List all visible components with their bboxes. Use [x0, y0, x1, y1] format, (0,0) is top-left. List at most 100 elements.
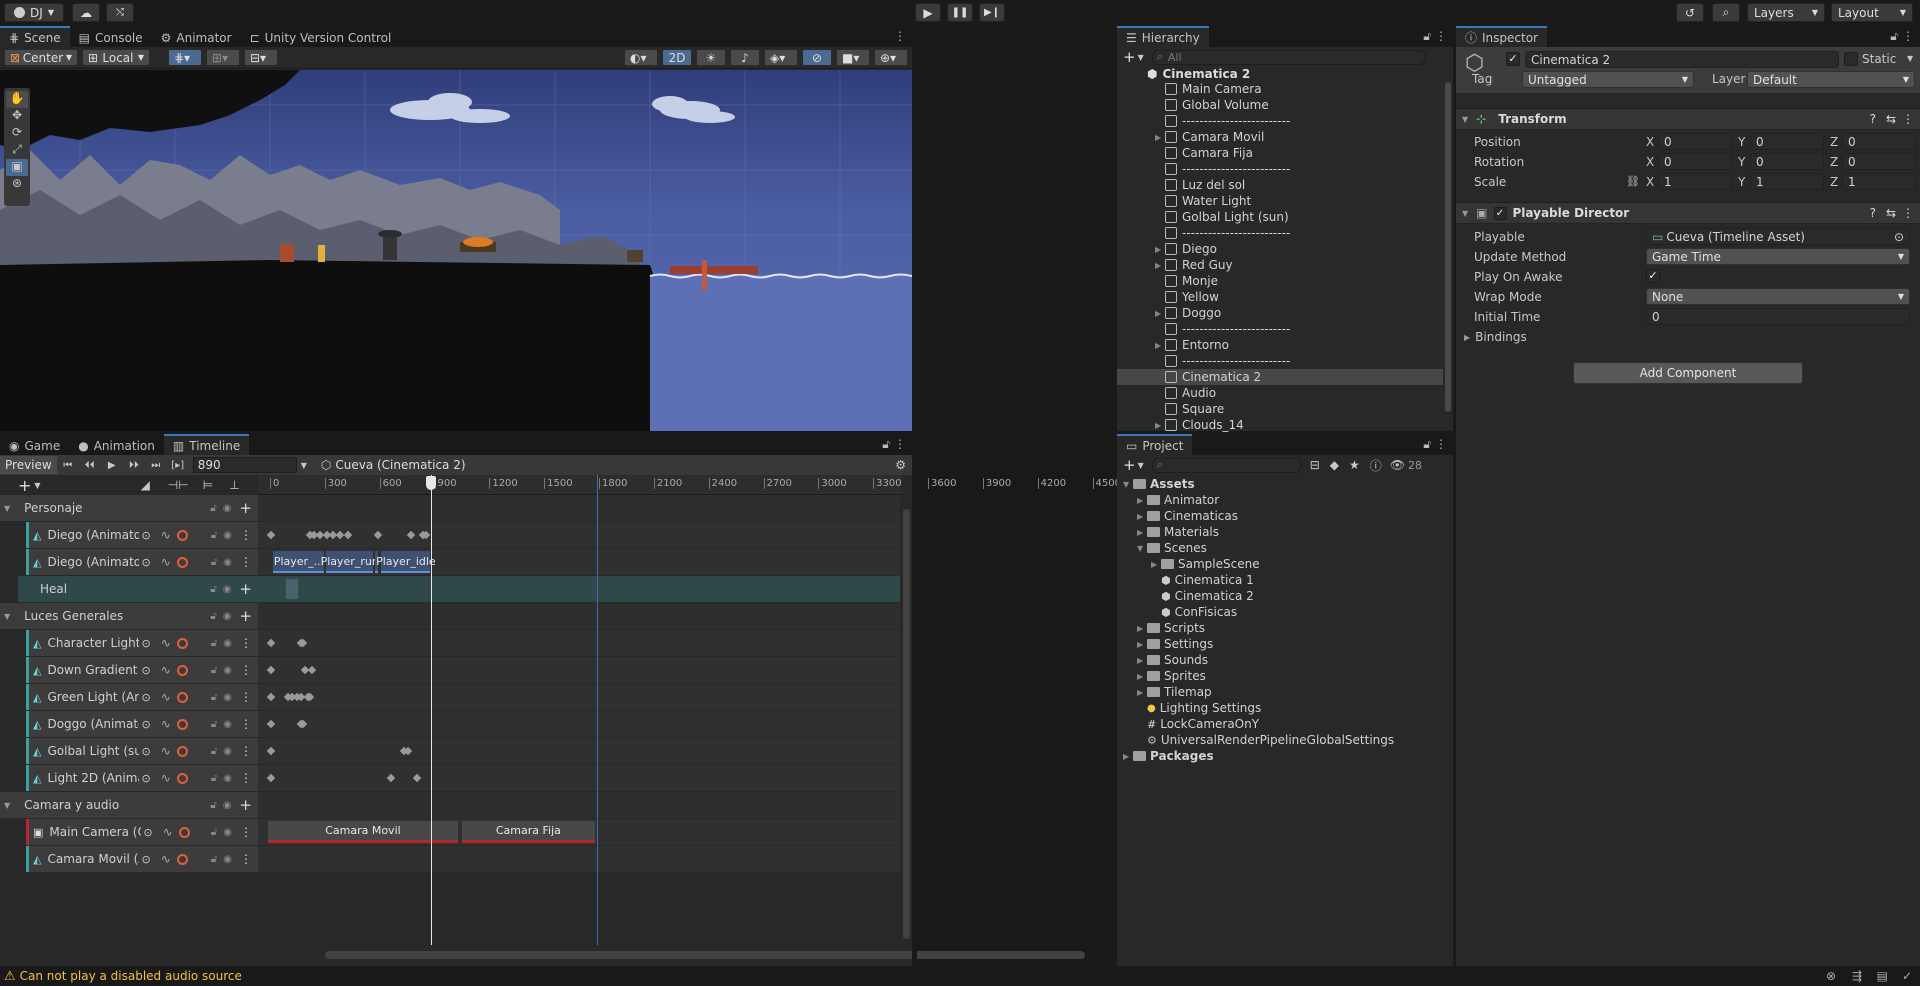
- lock-icon[interactable]: 🔓︎: [211, 719, 217, 730]
- 2d-toggle[interactable]: 2D: [662, 49, 692, 66]
- help-icon[interactable]: ?: [1870, 112, 1876, 126]
- chevron-right-icon[interactable]: ▶: [1123, 752, 1133, 761]
- transform-tool-icon[interactable]: ⊛: [12, 176, 22, 193]
- timeline-track[interactable]: Heal 🔓︎ ◉ +: [0, 576, 902, 602]
- keyframe[interactable]: [387, 773, 396, 783]
- wrap-mode-dropdown[interactable]: None ▼: [1646, 288, 1910, 305]
- record-icon[interactable]: [176, 691, 188, 703]
- active-checkbox[interactable]: ✓: [1506, 52, 1520, 66]
- hierarchy-item[interactable]: Camara Fija: [1117, 145, 1443, 161]
- more-options-icon[interactable]: ⋮: [240, 663, 252, 677]
- history-button[interactable]: ↺: [1676, 3, 1704, 22]
- go-to-start-icon[interactable]: ⏮: [57, 460, 79, 471]
- track-header[interactable]: ◭ Diego (Animator)⊙ ∿ 🔓︎ ◉ ⋮: [26, 522, 258, 548]
- tab-timeline[interactable]: ▥ Timeline: [163, 434, 250, 455]
- tab-hierarchy[interactable]: ☰ Hierarchy: [1117, 26, 1209, 47]
- track-content[interactable]: [258, 765, 900, 791]
- track-content[interactable]: Player_... Player_run Player_idle: [258, 549, 900, 575]
- track-header[interactable]: ◭ Down Gradient Li⊙ ∿ 🔓︎ ◉ ⋮: [26, 657, 258, 683]
- tab-scene[interactable]: ⋕ Scene: [0, 26, 70, 47]
- curves-icon[interactable]: ∿: [161, 771, 171, 785]
- keyframe[interactable]: [412, 773, 422, 783]
- transform-header[interactable]: ▼ ⊹ Transform ? ⇆ ⋮: [1456, 108, 1920, 130]
- record-icon[interactable]: [176, 772, 188, 784]
- record-icon[interactable]: [176, 718, 188, 730]
- track-header[interactable]: ▣ Main Camera (Cinemachi⊙ ∿ 🔓︎ ◉ ⋮: [26, 819, 258, 845]
- more-options-icon[interactable]: ⋮: [240, 528, 252, 542]
- play-on-awake-checkbox[interactable]: ✓: [1646, 269, 1660, 283]
- rotation-z-input[interactable]: 0: [1842, 153, 1916, 170]
- lock-icon[interactable]: 🔓︎: [210, 611, 216, 622]
- playable-director-header[interactable]: ▼ ▣ ✓ Playable Director ? ⇆ ⋮: [1456, 202, 1920, 224]
- track-header[interactable]: ◭ Character Light (A⊙ ∿ 🔓︎ ◉ ⋮: [26, 630, 258, 656]
- axis-z-label[interactable]: Z: [1830, 155, 1838, 169]
- record-icon[interactable]: [176, 529, 188, 541]
- target-icon[interactable]: ⊙: [141, 745, 150, 758]
- project-item[interactable]: ▶ Tilemap: [1117, 684, 1212, 700]
- project-item[interactable]: ▶ Scripts: [1117, 620, 1205, 636]
- curves-icon[interactable]: ∿: [163, 825, 173, 839]
- track-content[interactable]: [258, 630, 900, 656]
- chevron-down-icon[interactable]: ▼: [34, 481, 40, 490]
- chevron-right-icon[interactable]: ▶: [1137, 656, 1147, 665]
- chevron-down-icon[interactable]: ▼: [301, 461, 307, 470]
- blend-icon[interactable]: ◢: [141, 478, 150, 492]
- keyframe[interactable]: [335, 530, 344, 540]
- track-content[interactable]: [258, 495, 900, 521]
- progress-icon[interactable]: ⇶: [1852, 969, 1862, 983]
- lock-icon[interactable]: 🔓︎: [210, 503, 216, 514]
- add-component-button[interactable]: Add Component: [1573, 362, 1803, 384]
- next-frame-icon[interactable]: ⏵⏵: [123, 460, 145, 471]
- position-y-input[interactable]: 0: [1750, 133, 1824, 150]
- vertical-scrollbar[interactable]: [903, 509, 910, 939]
- project-item[interactable]: ▶ Settings: [1117, 636, 1213, 652]
- layer-dropdown[interactable]: Default ▼: [1747, 71, 1915, 88]
- lock-icon[interactable]: 🔓︎: [211, 827, 217, 838]
- eye-icon[interactable]: ◉: [223, 827, 232, 838]
- project-item[interactable]: ▶ Packages: [1117, 748, 1214, 764]
- snap-icon[interactable]: ⊨: [203, 478, 213, 492]
- pin-icon[interactable]: ⊥: [229, 478, 239, 492]
- keyframe[interactable]: [406, 530, 415, 540]
- search-button[interactable]: ⌕: [1712, 3, 1740, 22]
- keyframe[interactable]: [266, 773, 276, 783]
- time-ruler[interactable]: 0 300 600 900 1200 1500 1800 2100 2400 2700 3000 33…: [258, 475, 1212, 495]
- hierarchy-root[interactable]: ⬢ Cinematica 2: [1147, 66, 1250, 82]
- static-checkbox[interactable]: [1844, 52, 1858, 66]
- object-name-input[interactable]: Cinematica 2: [1525, 51, 1839, 68]
- keyframe[interactable]: [374, 530, 383, 540]
- axis-y-label[interactable]: Y: [1738, 155, 1745, 169]
- activation-clip[interactable]: [286, 579, 298, 599]
- record-icon[interactable]: [176, 664, 188, 676]
- hierarchy-item[interactable]: -------------------------: [1117, 161, 1443, 177]
- ruler-button[interactable]: ⊟▾: [244, 49, 278, 66]
- axis-z-label[interactable]: Z: [1830, 175, 1838, 189]
- more-options-icon[interactable]: ⋮: [1902, 112, 1914, 126]
- chevron-down-icon[interactable]: ▼: [4, 801, 10, 810]
- lock-icon[interactable]: 🔓︎: [211, 854, 217, 865]
- project-item[interactable]: ▶ Cinematicas: [1117, 508, 1238, 524]
- hierarchy-item[interactable]: -------------------------: [1117, 113, 1443, 129]
- track-header[interactable]: ◭ Diego (Animator)⊙ ∿ 🔓︎ ◉ ⋮: [26, 549, 258, 575]
- lock-icon[interactable]: 🔓︎: [882, 437, 890, 452]
- add-track-icon[interactable]: +: [239, 607, 252, 625]
- scale-z-input[interactable]: 1: [1842, 173, 1916, 190]
- project-item[interactable]: ▶ Materials: [1117, 524, 1219, 540]
- timeline-track[interactable]: ◭ Camara Movil (Ar⊙ ∿ 🔓︎ ◉ ⋮: [0, 846, 902, 872]
- cinemachine-shot-clip[interactable]: Camara Fija: [461, 821, 595, 843]
- record-icon[interactable]: [176, 853, 188, 865]
- hierarchy-item[interactable]: Water Light: [1117, 193, 1443, 209]
- track-header[interactable]: ◭ Green Light (Anim⊙ ∿ 🔓︎ ◉ ⋮: [26, 684, 258, 710]
- chevron-right-icon[interactable]: ▶: [1137, 512, 1147, 521]
- chevron-right-icon[interactable]: ▶: [1137, 528, 1147, 537]
- add-track-icon[interactable]: +: [18, 476, 31, 495]
- lock-icon[interactable]: 🔓︎: [210, 800, 216, 811]
- position-z-input[interactable]: 0: [1842, 133, 1916, 150]
- saved-search-icon[interactable]: ★: [1349, 458, 1360, 472]
- chevron-down-icon[interactable]: ▼: [4, 504, 10, 513]
- scale-x-input[interactable]: 1: [1658, 173, 1732, 190]
- chevron-down-icon[interactable]: ▼: [1138, 461, 1144, 470]
- chevron-down-icon[interactable]: ▼: [1138, 53, 1144, 62]
- chevron-down-icon[interactable]: ▼: [4, 612, 10, 621]
- project-item[interactable]: # LockCameraOnY: [1117, 716, 1259, 732]
